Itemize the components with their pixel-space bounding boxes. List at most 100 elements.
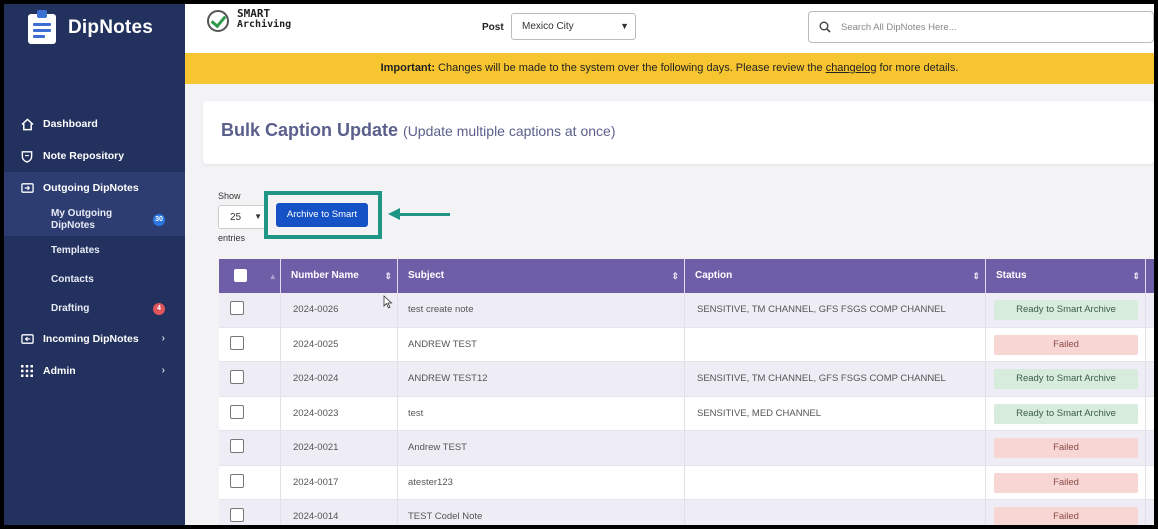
entries-select-value: 25	[230, 212, 242, 223]
smart-logo-line1: SMART	[237, 7, 271, 20]
status-cell: Failed	[986, 327, 1146, 362]
sidebar-item-dashboard[interactable]: Dashboard	[4, 108, 185, 140]
sidebar-item-templates[interactable]: Templates	[4, 236, 185, 265]
table-row[interactable]: 2024-0025 ANDREW TEST Failed	[219, 327, 1154, 362]
row-select-cell	[219, 327, 281, 362]
row-checkbox[interactable]	[230, 508, 244, 522]
sidebar-item-outgoing-dipnotes[interactable]: Outgoing DipNotes	[4, 172, 185, 204]
number-cell: 2024-0026	[281, 293, 398, 327]
page-header-card: Bulk Caption Update (Update multiple cap…	[203, 101, 1154, 164]
row-select-cell	[219, 362, 281, 396]
status-badge: Ready to Smart Archive	[994, 300, 1138, 320]
archive-to-smart-button[interactable]: Archive to Smart	[276, 203, 368, 227]
column-header-caption[interactable]: Caption ⇕	[685, 259, 986, 293]
mouse-cursor-icon	[383, 295, 393, 309]
subject-cell: Andrew TEST	[398, 431, 685, 465]
post-select-value: Mexico City	[522, 21, 574, 32]
status-badge: Failed	[994, 507, 1138, 525]
number-cell: 2024-0024	[281, 362, 398, 396]
sidebar-item-label: Outgoing DipNotes	[43, 182, 139, 194]
sidebar-item-label: Drafting	[51, 303, 90, 314]
subject-cell: ANDREW TEST	[398, 327, 685, 362]
row-checkbox[interactable]	[230, 335, 244, 350]
status-cell: Failed	[986, 500, 1146, 525]
app-name: DipNotes	[68, 17, 153, 38]
caption-cell	[685, 431, 986, 465]
caption-cell	[685, 465, 986, 500]
grid-icon	[19, 363, 35, 379]
column-header-subject[interactable]: Subject ⇕	[398, 259, 685, 293]
app-frame: DipNotes Dashboard Note Repository Outgo…	[4, 4, 1154, 525]
page-title-subtitle: (Update multiple captions at once)	[403, 123, 616, 139]
top-header: SMART Archiving Post Mexico City ▼ Searc…	[185, 4, 1154, 53]
sidebar-item-label: My Outgoing DipNotes	[51, 208, 113, 231]
row-checkbox[interactable]	[230, 473, 244, 488]
entries-label: entries	[218, 233, 246, 243]
caption-cell: SENSITIVE, TM CHANNEL, GFS FSGS COMP CHA…	[685, 362, 986, 396]
caption-cell: SENSITIVE, TM CHANNEL, GFS FSGS COMP CHA…	[685, 293, 986, 327]
table-row[interactable]: 2024-0014 TEST Codel Note Failed	[219, 500, 1154, 525]
subject-cell: TEST Codel Note	[398, 500, 685, 525]
show-label: Show	[218, 191, 241, 201]
sort-icon: ⇕	[384, 271, 392, 281]
sidebar-item-label: Note Repository	[43, 150, 125, 162]
status-badge: Failed	[994, 472, 1138, 493]
banner-text: Changes will be made to the system over …	[434, 62, 826, 74]
sidebar-item-admin[interactable]: Admin ›	[4, 355, 185, 387]
select-all-checkbox[interactable]	[234, 269, 247, 282]
status-cell: Ready to Smart Archive	[986, 396, 1146, 431]
outbox-icon	[19, 180, 35, 196]
smart-archiving-logo[interactable]: SMART Archiving	[207, 8, 291, 32]
column-header-label: Status	[996, 270, 1027, 281]
sidebar-item-label: Admin	[43, 365, 76, 377]
dipnotes-logo-icon	[26, 10, 58, 46]
post-select[interactable]: Mexico City ▼	[511, 13, 636, 40]
subject-cell: ANDREW TEST12	[398, 362, 685, 396]
number-cell: 2024-0014	[281, 500, 398, 525]
changelog-link[interactable]: changelog	[826, 62, 877, 74]
chevron-down-icon: ▼	[254, 212, 262, 221]
status-badge: Ready to Smart Archive	[994, 369, 1138, 389]
search-input[interactable]: Search All DipNotes Here...	[808, 11, 1154, 43]
table-row[interactable]: 2024-0021 Andrew TEST Failed	[219, 431, 1154, 466]
smart-logo-line2: Archiving	[237, 19, 292, 30]
row-checkbox[interactable]	[230, 439, 244, 453]
status-cell: Ready to Smart Archive	[986, 362, 1146, 396]
table-row[interactable]: 2024-0017 atester123 Failed	[219, 465, 1154, 500]
app-logo[interactable]: DipNotes	[4, 4, 185, 52]
sidebar-item-note-repository[interactable]: Note Repository	[4, 140, 185, 172]
row-checkbox[interactable]	[230, 404, 244, 419]
column-header-status[interactable]: Status ⇕	[986, 259, 1146, 293]
banner-text-end: for more details.	[876, 62, 959, 74]
row-select-cell	[219, 431, 281, 465]
table-row[interactable]: 2024-0023 test SENSITIVE, MED CHANNEL Ready…	[219, 396, 1154, 431]
post-label: Post	[482, 22, 504, 33]
sidebar-item-my-outgoing-dipnotes[interactable]: My Outgoing DipNotes 30	[4, 204, 185, 236]
sort-icon: ⇕	[972, 271, 980, 281]
row-select-cell	[219, 396, 281, 431]
column-header-label: Subject	[408, 270, 445, 281]
inbox-icon	[19, 331, 35, 347]
number-cell: 2024-0021	[281, 431, 398, 465]
table-row[interactable]: 2024-0024 ANDREW TEST12 SENSITIVE, TM CHAN…	[219, 362, 1154, 397]
entries-select[interactable]: 25 ▼	[218, 205, 266, 229]
page-title: Bulk Caption Update (Update multiple cap…	[221, 120, 615, 141]
sidebar-item-label: Incoming DipNotes	[43, 333, 139, 345]
status-badge: Failed	[994, 334, 1138, 355]
subject-cell: test	[398, 396, 685, 431]
sidebar-item-incoming-dipnotes[interactable]: Incoming DipNotes ›	[4, 323, 185, 355]
number-cell: 2024-0025	[281, 327, 398, 362]
sidebar-item-contacts[interactable]: Contacts	[4, 265, 185, 294]
row-checkbox[interactable]	[230, 370, 244, 384]
row-checkbox[interactable]	[230, 301, 244, 315]
select-all-header[interactable]: ▴	[219, 259, 281, 293]
important-banner: Important: Changes will be made to the s…	[185, 53, 1154, 84]
sort-icon: ▴	[270, 271, 275, 281]
column-header-number-name[interactable]: Number Name ⇕	[281, 259, 398, 293]
home-icon	[19, 116, 35, 132]
count-badge: 30	[153, 214, 165, 226]
chevron-down-icon: ▼	[620, 21, 629, 31]
column-header-label: Number Name	[291, 270, 359, 281]
table-row[interactable]: 2024-0026 test create note SENSITIVE, TM C…	[219, 293, 1154, 328]
sidebar-item-drafting[interactable]: Drafting 4	[4, 294, 185, 323]
